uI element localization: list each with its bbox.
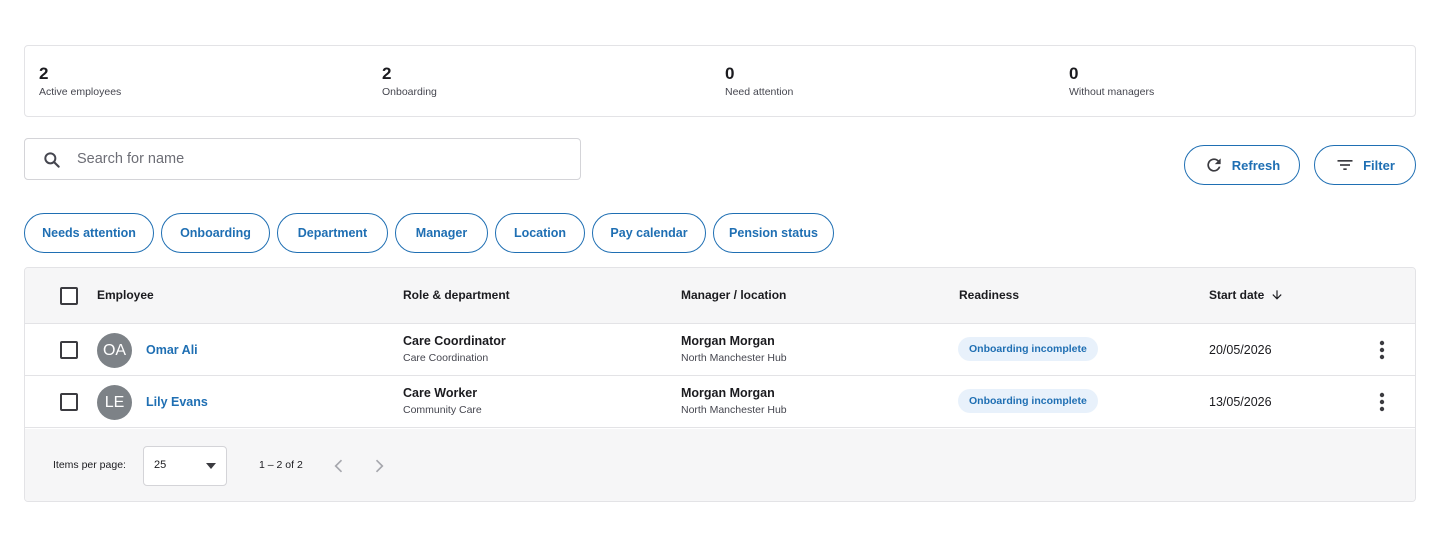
stat-value: 0: [1069, 64, 1079, 83]
stat-active-employees: 2 Active employees: [39, 64, 121, 98]
stat-label: Active employees: [39, 86, 122, 98]
department-name: Care Coordination: [403, 352, 489, 364]
stat-label: Without managers: [1069, 86, 1155, 98]
role-title: Care Coordinator: [403, 334, 506, 348]
manager-name: Morgan Morgan: [681, 386, 775, 400]
next-page-icon[interactable]: [369, 456, 389, 476]
readiness-badge: Onboarding incomplete: [958, 389, 1098, 413]
filter-button[interactable]: Filter: [1314, 145, 1416, 185]
stat-without-managers: 0 Without managers: [1069, 64, 1154, 98]
start-date: 13/05/2026: [1209, 395, 1272, 409]
more-options-icon[interactable]: [1372, 391, 1392, 413]
more-options-icon[interactable]: [1372, 339, 1392, 361]
stat-label: Need attention: [725, 86, 794, 98]
header-start-date-label: Start date: [1209, 288, 1265, 302]
stat-need-attention: 0 Need attention: [725, 64, 793, 98]
avatar: OA: [97, 333, 132, 368]
search-icon: [44, 152, 60, 168]
summary-stats: 2 Active employees 2 Onboarding 0 Need a…: [24, 45, 1416, 117]
row-checkbox[interactable]: [60, 341, 78, 359]
chip-manager[interactable]: Manager: [395, 213, 488, 253]
previous-page-icon[interactable]: [329, 456, 349, 476]
refresh-label: Refresh: [1231, 157, 1281, 173]
stat-label: Onboarding: [382, 86, 437, 98]
caret-down-icon: [206, 463, 216, 469]
employees-table: Employee Role & department Manager / loc…: [24, 267, 1416, 502]
header-readiness[interactable]: Readiness: [959, 288, 1019, 302]
stat-value: 2: [39, 64, 49, 83]
header-start-date[interactable]: Start date: [1209, 288, 1284, 302]
arrow-down-icon: [1272, 290, 1282, 300]
chip-location[interactable]: Location: [495, 213, 585, 253]
location-name: North Manchester Hub: [681, 404, 787, 416]
stat-value: 2: [382, 64, 392, 83]
row-checkbox[interactable]: [60, 393, 78, 411]
chip-department[interactable]: Department: [277, 213, 388, 253]
page-range: 1 – 2 of 2: [259, 459, 303, 471]
start-date: 20/05/2026: [1209, 343, 1272, 357]
stat-value: 0: [725, 64, 735, 83]
table-pagination: Items per page: 25 1 – 2 of 2: [25, 429, 1415, 501]
role-title: Care Worker: [403, 386, 478, 400]
chip-pension-status[interactable]: Pension status: [713, 213, 834, 253]
search-input[interactable]: [77, 139, 567, 179]
department-name: Community Care: [403, 404, 482, 416]
header-manager[interactable]: Manager / location: [681, 288, 786, 302]
stat-onboarding: 2 Onboarding: [382, 64, 437, 98]
table-row[interactable]: OA Omar Ali Care Coordinator Care Coordi…: [25, 324, 1415, 376]
filter-label: Filter: [1363, 157, 1395, 173]
header-role[interactable]: Role & department: [403, 288, 510, 302]
location-name: North Manchester Hub: [681, 352, 787, 364]
manager-name: Morgan Morgan: [681, 334, 775, 348]
items-per-page-select[interactable]: 25: [143, 446, 227, 486]
refresh-icon: [1207, 158, 1221, 172]
chip-onboarding[interactable]: Onboarding: [161, 213, 270, 253]
chip-needs-attention[interactable]: Needs attention: [24, 213, 154, 253]
chip-pay-calendar[interactable]: Pay calendar: [592, 213, 706, 253]
filter-lines-icon: [1337, 160, 1353, 170]
refresh-button[interactable]: Refresh: [1184, 145, 1300, 185]
items-per-page-label: Items per page:: [53, 459, 126, 471]
table-header: Employee Role & department Manager / loc…: [25, 268, 1415, 324]
avatar: LE: [97, 385, 132, 420]
employee-name-link[interactable]: Omar Ali: [146, 343, 198, 357]
employee-name-link[interactable]: Lily Evans: [146, 395, 208, 409]
search-box[interactable]: [24, 138, 581, 180]
header-employee[interactable]: Employee: [97, 288, 154, 302]
select-all-checkbox[interactable]: [60, 287, 78, 305]
items-per-page-value: 25: [154, 459, 167, 471]
readiness-badge: Onboarding incomplete: [958, 337, 1098, 361]
table-row[interactable]: LE Lily Evans Care Worker Community Care…: [25, 376, 1415, 428]
